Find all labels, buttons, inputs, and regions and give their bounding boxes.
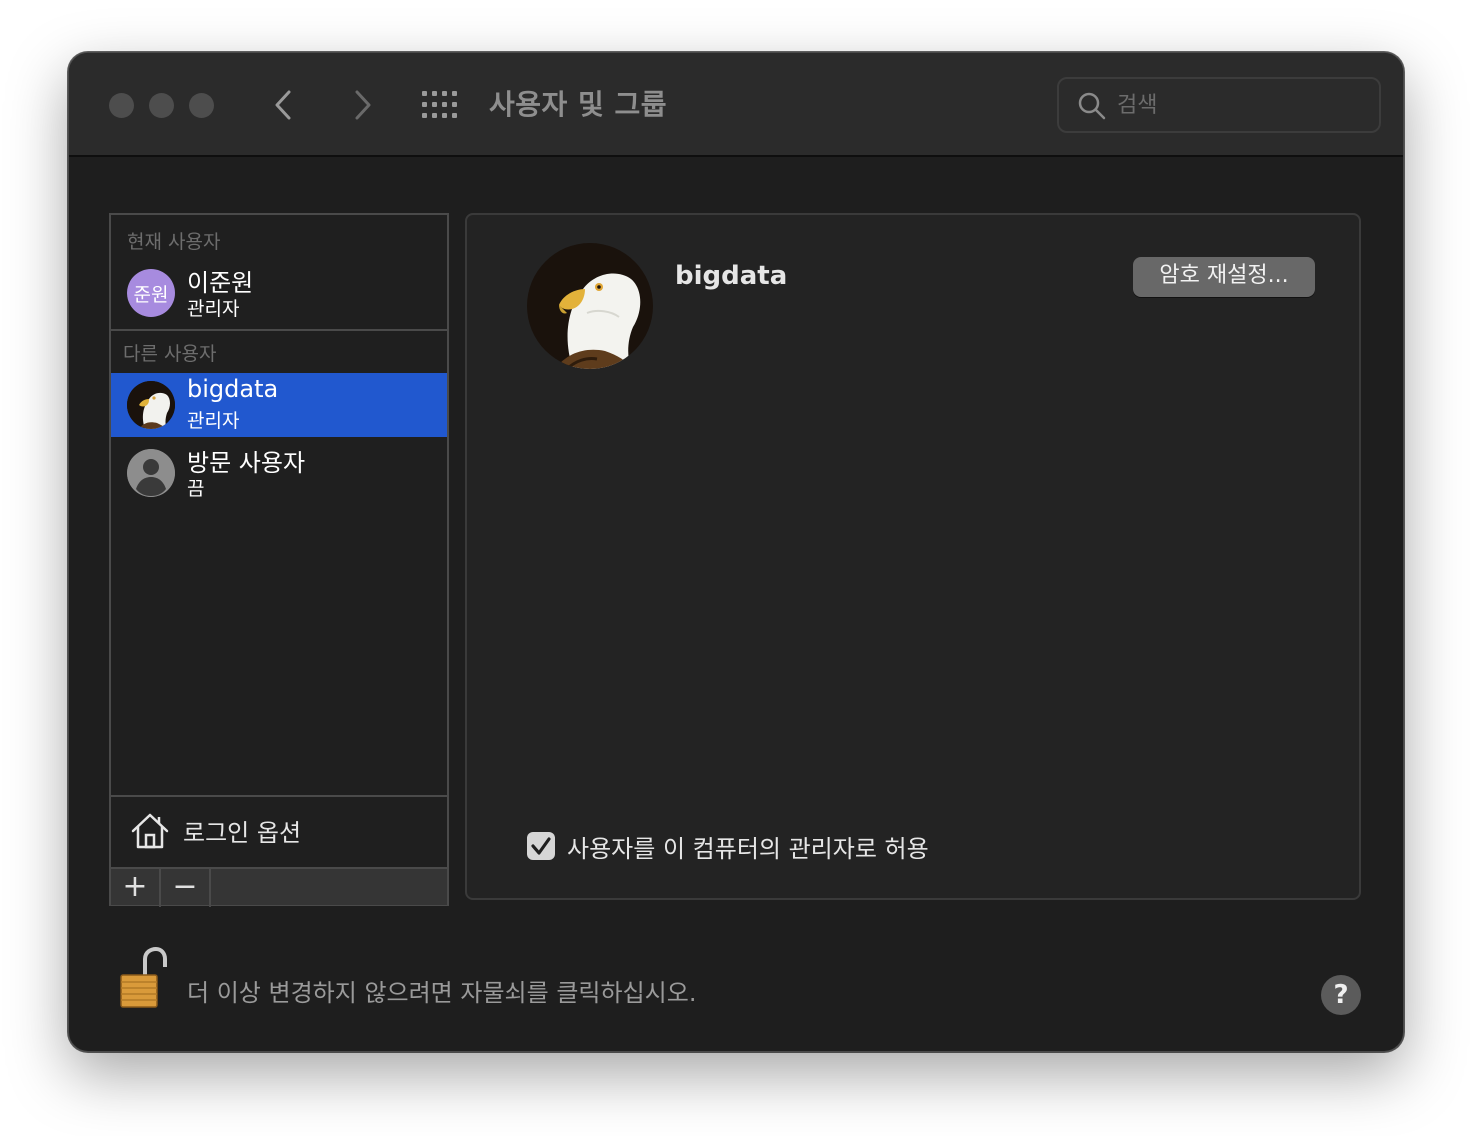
- eagle-avatar[interactable]: [527, 243, 653, 369]
- current-user-section-label: 현재 사용자: [127, 231, 221, 253]
- zoom-window-button[interactable]: [189, 93, 214, 118]
- allow-admin-label: 사용자를 이 컴퓨터의 관리자로 허용: [567, 835, 929, 863]
- user-role: 끔: [187, 478, 205, 500]
- reset-password-button[interactable]: 암호 재설정...: [1133, 257, 1315, 297]
- user-detail-panel: bigdata 암호 재설정... 사용자를 이 컴퓨터의 관리자로 허용: [465, 213, 1361, 900]
- user-name: 이준원: [187, 269, 254, 297]
- login-options-label: 로그인 옵션: [183, 819, 302, 847]
- checkmark-icon: [531, 837, 551, 855]
- user-name: bigdata: [187, 375, 279, 403]
- close-window-button[interactable]: [109, 93, 134, 118]
- section-divider: [111, 329, 447, 331]
- search-icon: [1078, 92, 1106, 120]
- forward-chevron-icon[interactable]: [341, 85, 381, 125]
- add-user-button[interactable]: +: [111, 869, 161, 907]
- selected-username: bigdata: [675, 261, 788, 291]
- minimize-window-button[interactable]: [149, 93, 174, 118]
- titlebar: 사용자 및 그룹: [69, 53, 1403, 157]
- remove-user-button[interactable]: −: [161, 869, 211, 907]
- user-name: 방문 사용자: [187, 449, 306, 477]
- system-preferences-window: 사용자 및 그룹 현재 사용자 준원 이준원 관리자 다른 사용자: [68, 52, 1404, 1052]
- back-chevron-icon[interactable]: [265, 85, 305, 125]
- house-icon: [131, 813, 169, 849]
- show-all-grid-icon[interactable]: [421, 90, 459, 120]
- other-users-section-label: 다른 사용자: [123, 343, 217, 365]
- user-list-sidebar: 현재 사용자 준원 이준원 관리자 다른 사용자 bigdata 관리자 방문 …: [109, 213, 449, 907]
- generic-person-icon: [127, 449, 175, 497]
- search-input[interactable]: [1117, 87, 1367, 123]
- window-title: 사용자 및 그룹: [489, 88, 668, 121]
- allow-admin-checkbox[interactable]: [527, 832, 555, 860]
- login-options-item[interactable]: 로그인 옵션: [111, 797, 447, 865]
- eagle-avatar: [127, 381, 175, 429]
- user-row-guest[interactable]: 방문 사용자 끔: [111, 441, 447, 505]
- help-button[interactable]: ?: [1321, 975, 1361, 1015]
- initials-avatar: 준원: [127, 269, 175, 317]
- lock-instruction-text: 더 이상 변경하지 않으려면 자물쇠를 클릭하십시오.: [187, 979, 697, 1007]
- search-field[interactable]: [1057, 77, 1381, 133]
- padlock-open-icon[interactable]: [117, 947, 169, 1011]
- add-remove-bar: + −: [111, 867, 447, 907]
- avatar-initials: 준원: [133, 284, 169, 306]
- user-row-bigdata[interactable]: bigdata 관리자: [111, 373, 447, 437]
- user-role: 관리자: [187, 298, 240, 320]
- user-role: 관리자: [187, 410, 240, 432]
- user-row-current[interactable]: 준원 이준원 관리자: [111, 261, 447, 325]
